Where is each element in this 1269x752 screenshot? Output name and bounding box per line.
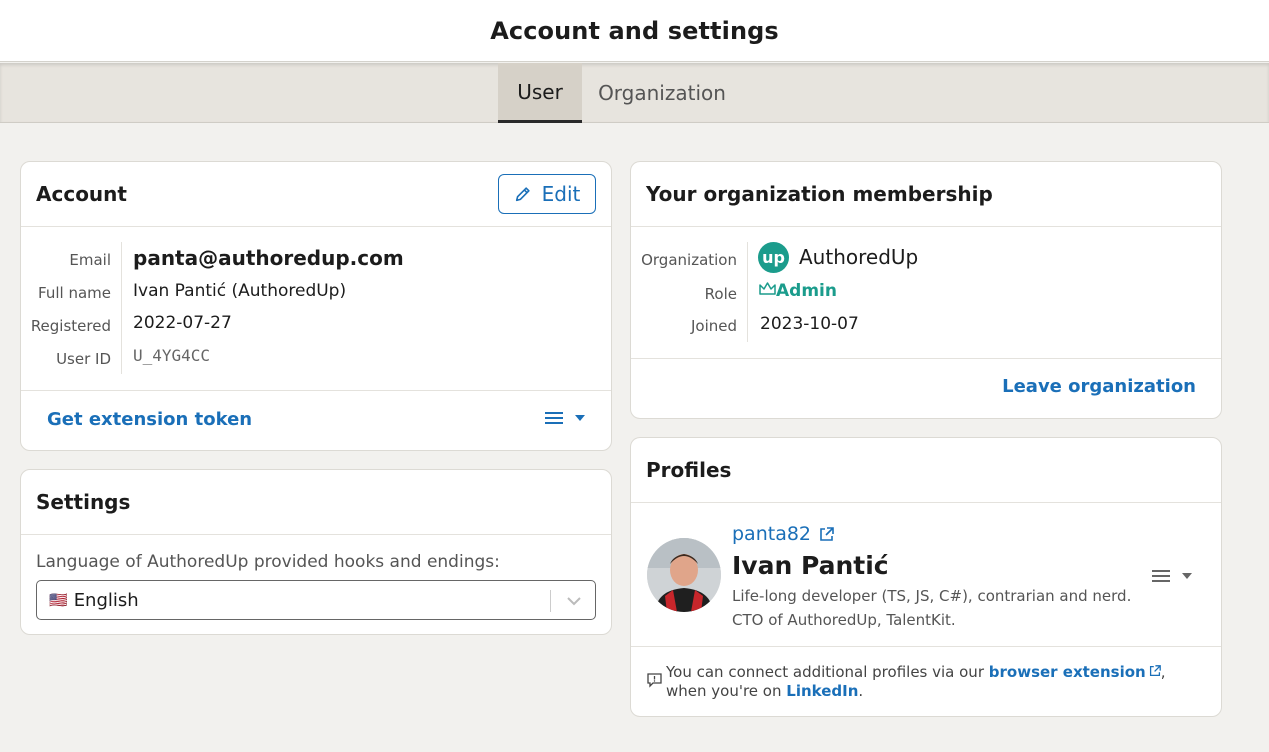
select-separator (550, 590, 551, 612)
page-header: Account and settings (0, 0, 1269, 62)
user-id-label: User ID (56, 350, 111, 368)
profile-handle-link[interactable]: panta82 (732, 523, 834, 545)
settings-card: Settings Language of AuthoredUp provided… (20, 469, 612, 635)
profiles-card-header: Profiles (631, 438, 1221, 503)
membership-title: Your organization membership (646, 182, 993, 206)
note-suffix: . (858, 682, 864, 700)
profiles-title: Profiles (646, 458, 732, 482)
edit-label: Edit (541, 182, 581, 206)
profiles-note: You can connect additional profiles via … (666, 663, 1196, 701)
pencil-icon (515, 187, 530, 202)
email-value: panta@authoredup.com (133, 246, 404, 270)
account-card: Account Edit Email panta@authoredup.com … (20, 161, 612, 451)
full-name-label: Full name (38, 284, 111, 302)
language-label: Language of AuthoredUp provided hooks an… (36, 552, 500, 572)
crown-icon (759, 282, 776, 295)
account-title: Account (36, 182, 127, 206)
field-divider (747, 242, 748, 342)
profile-bio-line2: CTO of AuthoredUp, TalentKit. (732, 611, 956, 629)
profile-menu-button[interactable] (1152, 569, 1192, 583)
organization-value: AuthoredUp (799, 245, 919, 269)
authoredup-logo: up (758, 242, 789, 273)
caret-down-icon (575, 415, 585, 421)
organization-membership-card: Your organization membership Organizatio… (630, 161, 1222, 419)
registered-label: Registered (30, 317, 111, 335)
joined-value: 2023-10-07 (760, 314, 859, 334)
leave-organization-link[interactable]: Leave organization (1002, 376, 1196, 397)
edit-account-button[interactable]: Edit (498, 174, 596, 214)
avatar (647, 538, 721, 612)
external-link-icon (820, 526, 834, 541)
profile-name: Ivan Pantić (732, 551, 889, 580)
tab-user[interactable]: User (498, 63, 582, 123)
membership-card-header: Your organization membership (631, 162, 1221, 227)
role-value: Admin (776, 281, 837, 301)
language-select[interactable]: 🇺🇸 English (36, 580, 596, 620)
settings-card-header: Settings (21, 470, 611, 535)
divider (21, 390, 611, 391)
get-extension-token-link[interactable]: Get extension token (47, 409, 252, 430)
language-value: English (73, 589, 139, 611)
external-link-icon (1149, 665, 1161, 677)
settings-title: Settings (36, 490, 131, 514)
page-title: Account and settings (490, 16, 779, 45)
role-label: Role (704, 285, 737, 303)
caret-down-icon (1182, 573, 1192, 579)
divider (631, 358, 1221, 359)
us-flag-icon: 🇺🇸 (49, 591, 68, 609)
comment-icon (647, 673, 662, 692)
registered-value: 2022-07-27 (133, 313, 232, 333)
email-label: Email (69, 251, 111, 269)
full-name-value: Ivan Pantić (AuthoredUp) (133, 281, 347, 301)
linkedin-link[interactable]: LinkedIn (786, 682, 858, 700)
hamburger-icon (545, 412, 563, 424)
user-id-value: U_4YG4CC (133, 346, 211, 365)
chevron-down-icon (567, 597, 581, 606)
browser-extension-link[interactable]: browser extension (989, 663, 1146, 681)
tab-organization[interactable]: Organization (582, 63, 742, 123)
tab-bar: User Organization (0, 63, 1269, 123)
account-menu-button[interactable] (545, 411, 585, 425)
divider (631, 646, 1221, 647)
field-divider (121, 242, 122, 374)
profiles-card: Profiles panta82 Ivan Pantić Life-long d… (630, 437, 1222, 717)
note-prefix: You can connect additional profiles via … (666, 663, 984, 681)
hamburger-icon (1152, 570, 1170, 582)
profile-handle: panta82 (732, 523, 812, 545)
organization-label: Organization (641, 251, 737, 269)
joined-label: Joined (690, 317, 737, 335)
account-card-header: Account Edit (21, 162, 611, 227)
profile-bio-line1: Life-long developer (TS, JS, C#), contra… (732, 587, 1132, 605)
